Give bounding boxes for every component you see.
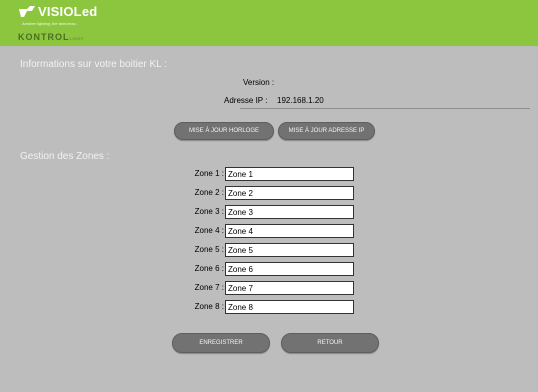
zone-row: Zone 5 :	[180, 243, 360, 257]
zone-row: Zone 7 :	[180, 281, 360, 295]
zone-name-input[interactable]	[225, 281, 354, 295]
zone-label: Zone 1 :	[194, 169, 224, 178]
zone-name-input[interactable]	[225, 262, 354, 276]
update-clock-button[interactable]: MISE À JOUR HORLOGE	[174, 122, 274, 140]
zone-row: Zone 2 :	[180, 186, 360, 200]
zone-label: Zone 3 :	[194, 207, 224, 216]
zone-label: Zone 6 :	[194, 264, 224, 273]
zone-row: Zone 4 :	[180, 224, 360, 238]
zone-label: Zone 8 :	[194, 302, 224, 311]
zone-name-input[interactable]	[225, 186, 354, 200]
save-button[interactable]: ENREGISTRER	[172, 333, 270, 353]
version-label: Version :	[243, 78, 275, 87]
back-button[interactable]: RETOUR	[281, 333, 379, 353]
zone-label: Zone 5 :	[194, 245, 224, 254]
zone-name-input[interactable]	[225, 243, 354, 257]
logo-icon	[19, 6, 35, 17]
zone-name-input[interactable]	[225, 300, 354, 314]
info-section-title: Informations sur votre boitier KL :	[20, 59, 167, 70]
brand-logo: VISIOLed	[38, 4, 98, 19]
product-name: KONTROL	[18, 32, 70, 42]
zone-label: Zone 4 :	[194, 226, 224, 235]
app-header: VISIOLed Another lighting, the tomorrow.…	[0, 0, 538, 46]
zone-row: Zone 3 :	[180, 205, 360, 219]
zones-section-title: Gestion des Zones :	[20, 151, 110, 162]
zone-row: Zone 1 :	[180, 167, 360, 181]
update-ip-button[interactable]: MISE À JOUR ADRESSE IP	[278, 122, 375, 140]
brand-tagline: Another lighting, the tomorrow...	[22, 21, 79, 26]
zone-row: Zone 6 :	[180, 262, 360, 276]
product-subname: LIGHT	[69, 36, 84, 41]
ip-value[interactable]: 192.168.1.20	[277, 96, 324, 105]
zone-name-input[interactable]	[225, 167, 354, 181]
product-logo: KONTROLLIGHT	[18, 32, 84, 42]
zone-name-input[interactable]	[225, 224, 354, 238]
zone-row: Zone 8 :	[180, 300, 360, 314]
zone-label: Zone 2 :	[194, 188, 224, 197]
ip-underline	[240, 108, 530, 109]
zone-name-input[interactable]	[225, 205, 354, 219]
ip-label: Adresse IP :	[224, 96, 268, 105]
zone-label: Zone 7 :	[194, 283, 224, 292]
